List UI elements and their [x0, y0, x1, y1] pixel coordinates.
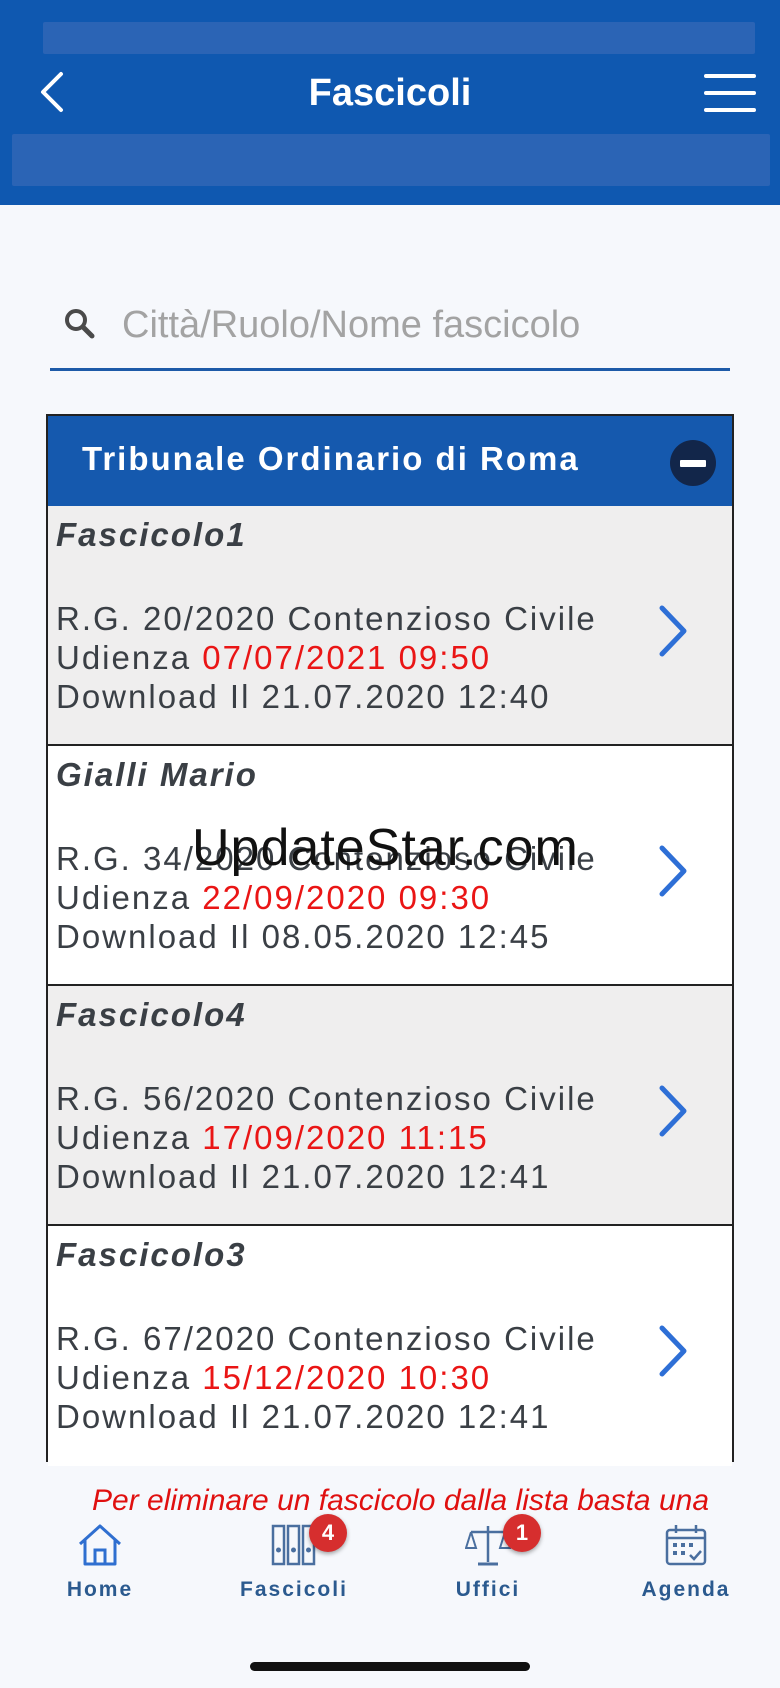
tab-bar: Home 4 Fascicoli 1 Uffici Agenda [0, 1512, 780, 1622]
search-bar [50, 290, 730, 371]
hamburger-menu-icon [704, 74, 756, 112]
hearing-date: 17/09/2020 11:15 [202, 1119, 489, 1156]
tab-label: Fascicoli [240, 1578, 348, 1601]
scales-icon: 1 [464, 1514, 541, 1568]
case-row[interactable]: Fascicolo3 R.G. 67/2020 Contenzioso Civi… [48, 1226, 732, 1466]
chevron-right-icon [659, 1085, 687, 1137]
hearing-label: Udienza [56, 639, 192, 676]
case-hearing: Udienza 15/12/2020 10:30 [56, 1359, 491, 1397]
case-rg: R.G. 56/2020 Contenzioso Civile [56, 1080, 597, 1117]
group-header[interactable]: Tribunale Ordinario di Roma [48, 416, 732, 506]
case-name: Gialli Mario [56, 756, 258, 793]
case-download: Download Il 21.07.2020 12:41 [56, 1398, 551, 1435]
case-rg: R.G. 20/2020 Contenzioso Civile [56, 600, 597, 637]
tab-uffici[interactable]: 1 Uffici [408, 1514, 568, 1612]
hearing-date: 07/07/2021 09:50 [202, 639, 492, 676]
group-title: Tribunale Ordinario di Roma [82, 440, 580, 477]
open-case-button[interactable] [648, 596, 698, 666]
open-case-button[interactable] [648, 1076, 698, 1146]
notification-badge: 1 [503, 1514, 541, 1552]
back-button[interactable] [30, 68, 74, 116]
case-name: Fascicolo1 [56, 516, 247, 553]
tab-agenda[interactable]: Agenda [606, 1522, 766, 1612]
case-hearing: Udienza 07/07/2021 09:50 [56, 639, 491, 677]
case-download: Download Il 21.07.2020 12:40 [56, 678, 551, 715]
case-rg: R.G. 67/2020 Contenzioso Civile [56, 1320, 597, 1357]
search-icon [65, 309, 95, 339]
open-case-button[interactable] [648, 836, 698, 906]
case-name: Fascicolo3 [56, 1236, 247, 1273]
header-band-top [43, 22, 755, 54]
case-download: Download Il 08.05.2020 12:45 [56, 918, 551, 955]
chevron-right-icon [659, 1325, 687, 1377]
header-band-bottom [12, 134, 770, 186]
minus-circle-icon [680, 459, 706, 467]
chevron-left-icon [41, 72, 63, 112]
search-input[interactable] [120, 294, 724, 356]
case-row[interactable]: Fascicolo1 R.G. 20/2020 Contenzioso Civi… [48, 506, 732, 746]
home-indicator[interactable] [250, 1662, 530, 1671]
hearing-label: Udienza [56, 879, 192, 916]
hearing-label: Udienza [56, 1119, 192, 1156]
home-icon [77, 1522, 123, 1568]
case-hearing: Udienza 17/09/2020 11:15 [56, 1119, 489, 1157]
tab-label: Agenda [641, 1578, 731, 1601]
notification-badge: 4 [309, 1514, 347, 1552]
collapse-button[interactable] [670, 440, 716, 486]
case-hearing: Udienza 22/09/2020 09:30 [56, 879, 491, 917]
hearing-label: Udienza [56, 1359, 192, 1396]
hearing-date: 22/09/2020 09:30 [202, 879, 492, 916]
chevron-right-icon [659, 605, 687, 657]
calendar-icon [663, 1522, 709, 1568]
tab-label: Uffici [455, 1578, 521, 1601]
binders-icon: 4 [271, 1514, 347, 1568]
tab-home[interactable]: Home [20, 1522, 180, 1612]
app-header: Fascicoli [0, 0, 780, 205]
hearing-date: 15/12/2020 10:30 [202, 1359, 492, 1396]
court-group: Tribunale Ordinario di Roma Fascicolo1 R… [46, 414, 734, 1466]
menu-button[interactable] [700, 68, 760, 118]
page-title: Fascicoli [308, 72, 472, 114]
case-download: Download Il 21.07.2020 12:41 [56, 1158, 551, 1195]
case-row[interactable]: Fascicolo4 R.G. 56/2020 Contenzioso Civi… [48, 986, 732, 1226]
chevron-right-icon [659, 845, 687, 897]
watermark: UpdateStar.com [192, 819, 579, 877]
open-case-button[interactable] [648, 1316, 698, 1386]
tab-fascicoli[interactable]: 4 Fascicoli [214, 1514, 374, 1612]
case-name: Fascicolo4 [56, 996, 247, 1033]
tab-label: Home [66, 1578, 134, 1601]
